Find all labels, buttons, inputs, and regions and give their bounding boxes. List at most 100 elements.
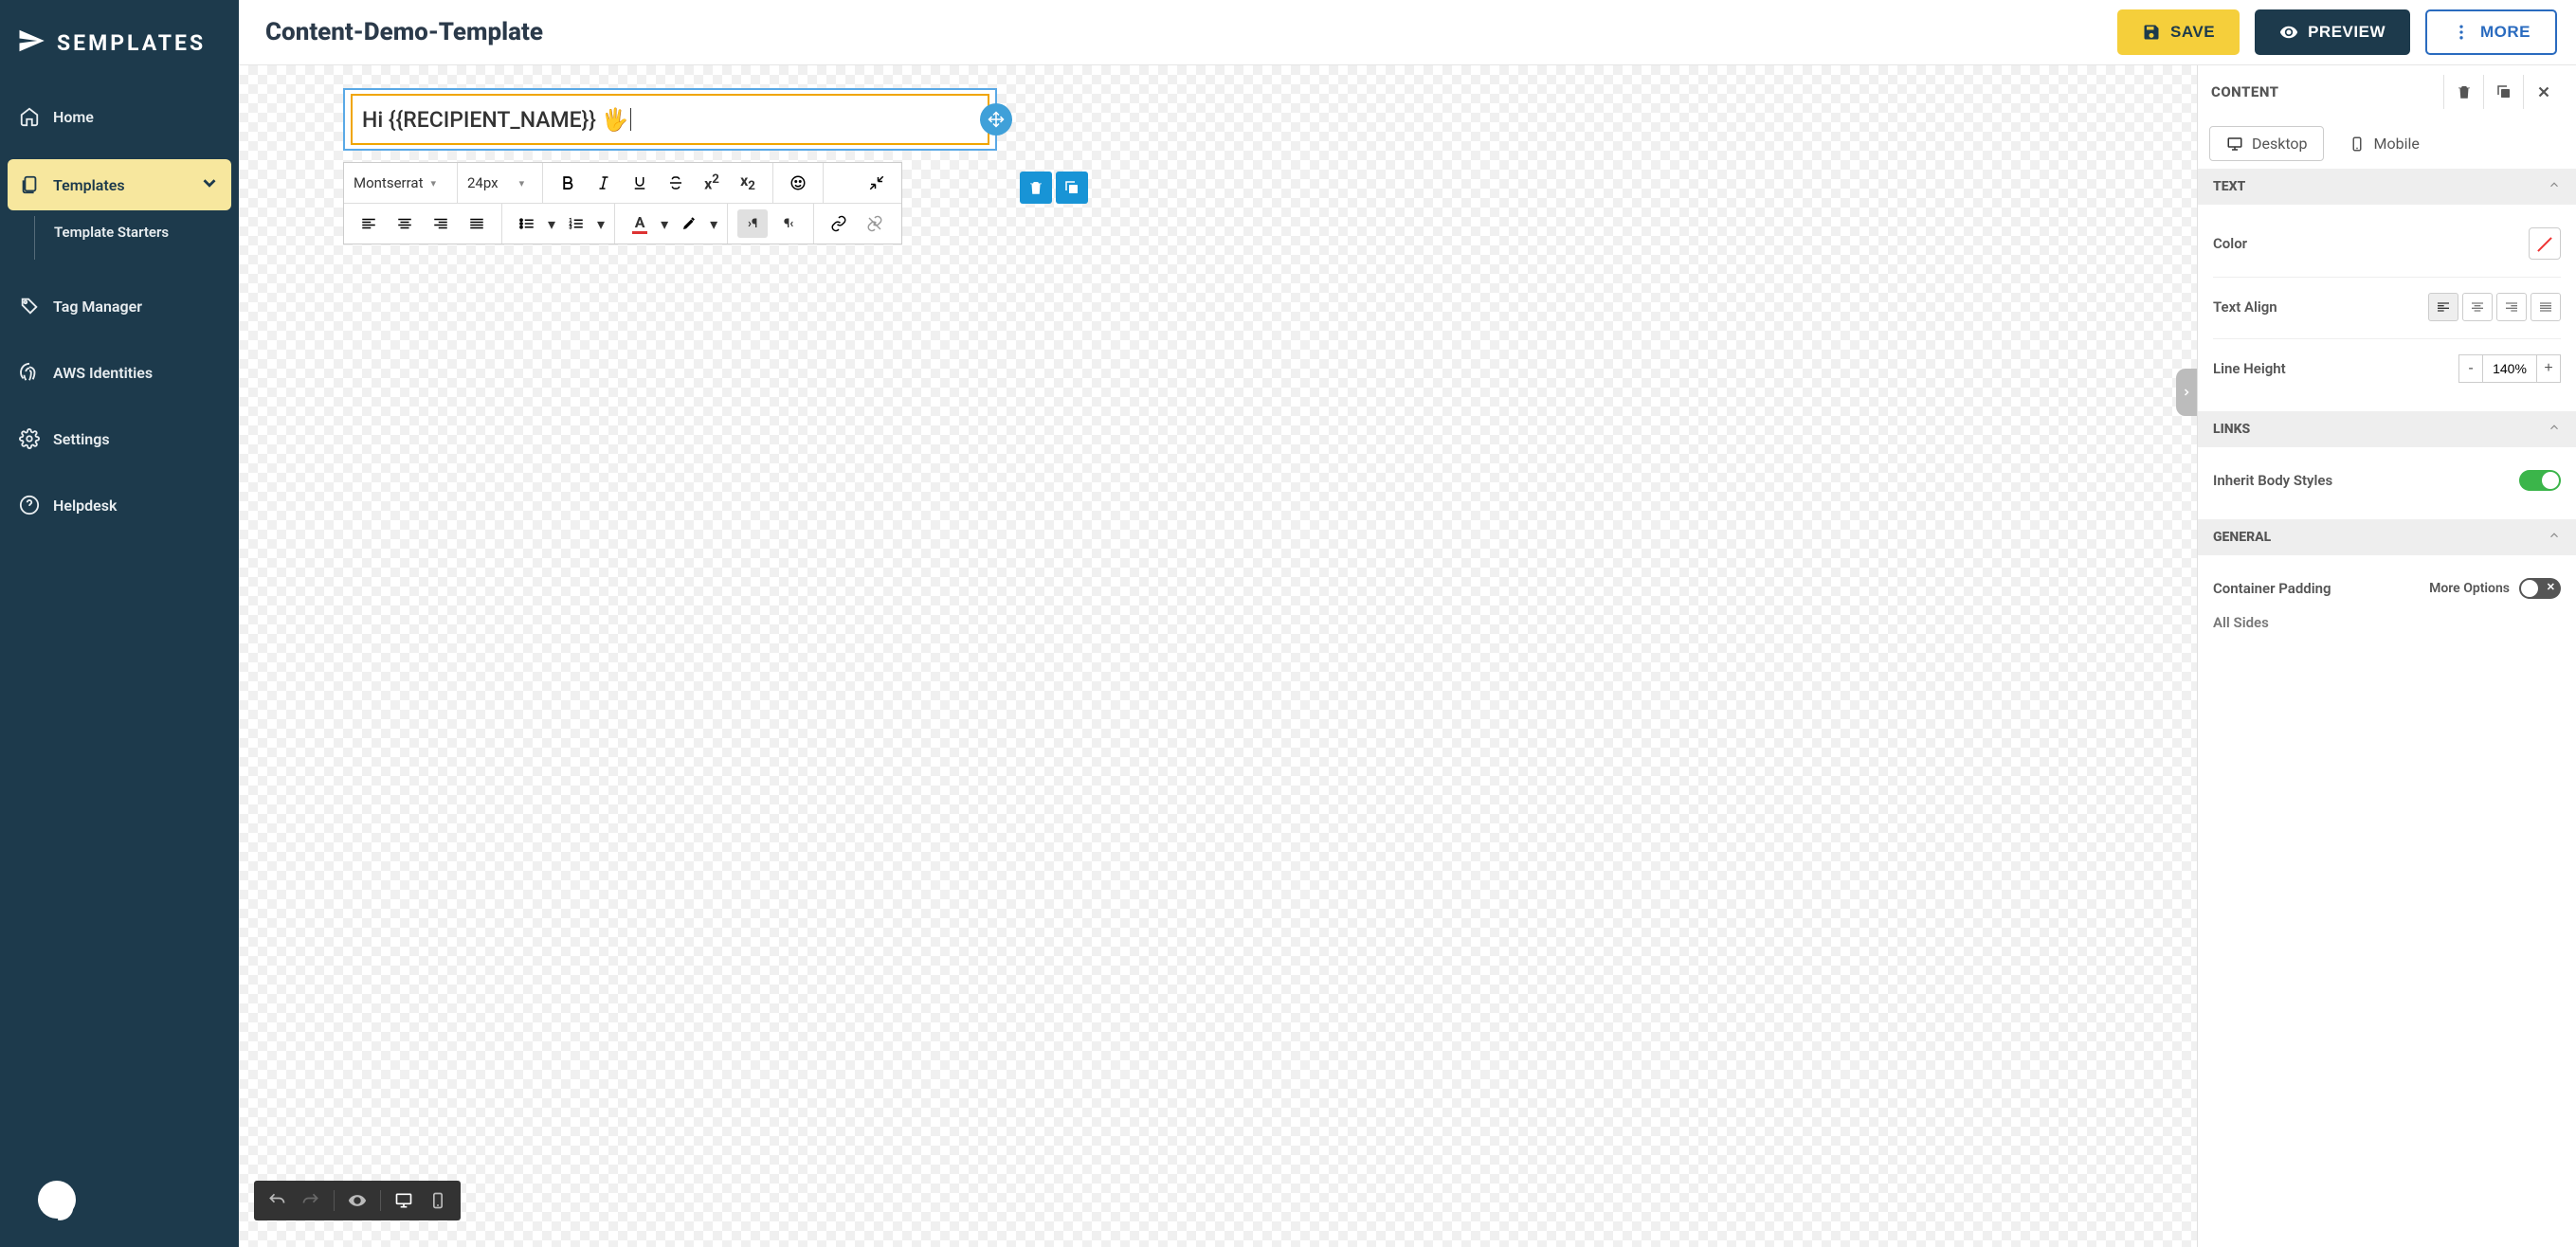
- emoji-button[interactable]: [783, 169, 813, 197]
- align-right-option[interactable]: [2496, 293, 2527, 321]
- sidebar-item-home[interactable]: Home: [8, 93, 231, 140]
- properties-panel: CONTENT Desktop Mobile TEXT: [2197, 65, 2576, 1247]
- ordered-list-button[interactable]: 123: [561, 209, 591, 238]
- align-left-option[interactable]: [2428, 293, 2458, 321]
- highlight-button[interactable]: [674, 209, 704, 238]
- more-options-toggle[interactable]: ✕: [2519, 578, 2561, 599]
- line-height-decrement[interactable]: -: [2458, 354, 2483, 383]
- align-justify-icon: [468, 215, 485, 232]
- document-icon: [19, 174, 40, 195]
- align-left-button[interactable]: [354, 209, 384, 238]
- brand-name: SEMPLATES: [57, 30, 206, 56]
- tab-desktop[interactable]: Desktop: [2209, 126, 2324, 161]
- align-right-button[interactable]: [426, 209, 456, 238]
- chat-bubble-icon[interactable]: [38, 1181, 76, 1219]
- text-color-dropdown[interactable]: ▾: [661, 215, 668, 233]
- sidebar-item-templates[interactable]: Templates: [8, 159, 231, 210]
- save-icon: [2142, 23, 2161, 42]
- list-ol-dropdown[interactable]: ▾: [597, 215, 605, 233]
- move-handle-icon[interactable]: [980, 103, 1012, 136]
- duplicate-block-button[interactable]: [1056, 172, 1088, 204]
- close-icon: [2535, 83, 2552, 100]
- sidebar-subitem-template-starters[interactable]: Template Starters: [54, 224, 220, 241]
- redo-icon: [301, 1191, 320, 1210]
- text-cursor: [630, 108, 631, 131]
- line-height-increment[interactable]: +: [2536, 354, 2561, 383]
- list-ul-dropdown[interactable]: ▾: [548, 215, 555, 233]
- line-height-input[interactable]: [2483, 354, 2536, 383]
- panel-title: CONTENT: [2211, 83, 2279, 100]
- mobile-icon: [428, 1191, 447, 1210]
- font-size-select[interactable]: 24px▾: [467, 174, 524, 191]
- text-color-button[interactable]: A: [625, 209, 655, 238]
- sidebar-item-settings[interactable]: Settings: [8, 415, 231, 462]
- save-button[interactable]: SAVE: [2117, 9, 2240, 55]
- more-options-label: More Options: [2429, 581, 2510, 596]
- rtl-button[interactable]: ¶‹: [773, 209, 804, 238]
- tab-mobile[interactable]: Mobile: [2331, 126, 2436, 161]
- bold-button[interactable]: [553, 169, 583, 197]
- eye-icon: [2279, 23, 2298, 42]
- tag-icon: [19, 296, 40, 316]
- align-justify-option[interactable]: [2531, 293, 2561, 321]
- highlight-dropdown[interactable]: ▾: [710, 215, 717, 233]
- more-vertical-icon: [2452, 23, 2471, 42]
- redo-button[interactable]: [296, 1186, 326, 1215]
- bottom-toolbar: [254, 1181, 461, 1220]
- text-color-swatch[interactable]: [2529, 227, 2561, 260]
- unordered-list-button[interactable]: [512, 209, 542, 238]
- sidebar-item-helpdesk[interactable]: Helpdesk: [8, 481, 231, 529]
- text-align-label: Text Align: [2213, 298, 2277, 316]
- sidebar-item-aws-identities[interactable]: AWS Identities: [8, 349, 231, 396]
- workspace: Hi {{RECIPIENT_NAME}} 🖐: [239, 65, 2576, 1247]
- panel-close-button[interactable]: [2523, 75, 2563, 109]
- canvas-area[interactable]: Hi {{RECIPIENT_NAME}} 🖐: [239, 65, 2197, 1247]
- trash-icon: [1027, 179, 1044, 196]
- strikethrough-button[interactable]: [661, 169, 691, 197]
- section-links-body: Inherit Body Styles: [2198, 447, 2576, 519]
- section-general-header[interactable]: GENERAL: [2198, 519, 2576, 555]
- undo-button[interactable]: [262, 1186, 292, 1215]
- gear-icon: [19, 428, 40, 449]
- panel-duplicate-button[interactable]: [2483, 75, 2523, 109]
- line-height-label: Line Height: [2213, 360, 2286, 377]
- sidebar-item-tag-manager[interactable]: Tag Manager: [8, 282, 231, 330]
- subscript-button[interactable]: x2: [733, 169, 763, 197]
- more-button[interactable]: MORE: [2425, 9, 2557, 55]
- preview-button[interactable]: PREVIEW: [2255, 9, 2410, 55]
- link-button[interactable]: [824, 209, 854, 238]
- delete-block-button[interactable]: [1020, 172, 1052, 204]
- inherit-body-toggle[interactable]: [2519, 470, 2561, 491]
- sidebar-item-label: Home: [53, 108, 94, 126]
- collapse-toolbar-button[interactable]: [862, 169, 892, 197]
- superscript-button[interactable]: x2: [697, 169, 727, 197]
- text-block[interactable]: Hi {{RECIPIENT_NAME}} 🖐: [343, 88, 997, 151]
- section-links-header[interactable]: LINKS: [2198, 411, 2576, 447]
- logo[interactable]: SEMPLATES: [0, 0, 239, 93]
- sidebar-item-label: Settings: [53, 430, 110, 448]
- text-align-group: [2428, 293, 2561, 321]
- copy-icon: [2495, 83, 2513, 100]
- all-sides-label: All Sides: [2213, 610, 2561, 635]
- mobile-view-button[interactable]: [423, 1186, 453, 1215]
- desktop-view-button[interactable]: [389, 1186, 419, 1215]
- text-block-content[interactable]: Hi {{RECIPIENT_NAME}} 🖐: [351, 94, 989, 145]
- align-center-option[interactable]: [2462, 293, 2493, 321]
- underline-button[interactable]: [625, 169, 655, 197]
- panel-collapse-handle[interactable]: [2176, 369, 2197, 416]
- font-family-select[interactable]: Montserrat▾: [354, 174, 436, 191]
- strikethrough-icon: [667, 174, 684, 191]
- unlink-icon: [866, 215, 883, 232]
- align-justify-button[interactable]: [462, 209, 492, 238]
- ltr-button[interactable]: ›¶: [737, 209, 768, 238]
- preview-eye-button[interactable]: [342, 1186, 372, 1215]
- unlink-button[interactable]: [860, 209, 890, 238]
- sidebar-item-label: Templates: [53, 176, 125, 194]
- panel-delete-button[interactable]: [2443, 75, 2483, 109]
- section-text-header[interactable]: TEXT: [2198, 169, 2576, 205]
- italic-button[interactable]: [589, 169, 619, 197]
- list-ul-icon: [518, 215, 535, 232]
- chevron-up-icon: [2548, 529, 2561, 546]
- align-center-button[interactable]: [390, 209, 420, 238]
- align-left-icon: [360, 215, 377, 232]
